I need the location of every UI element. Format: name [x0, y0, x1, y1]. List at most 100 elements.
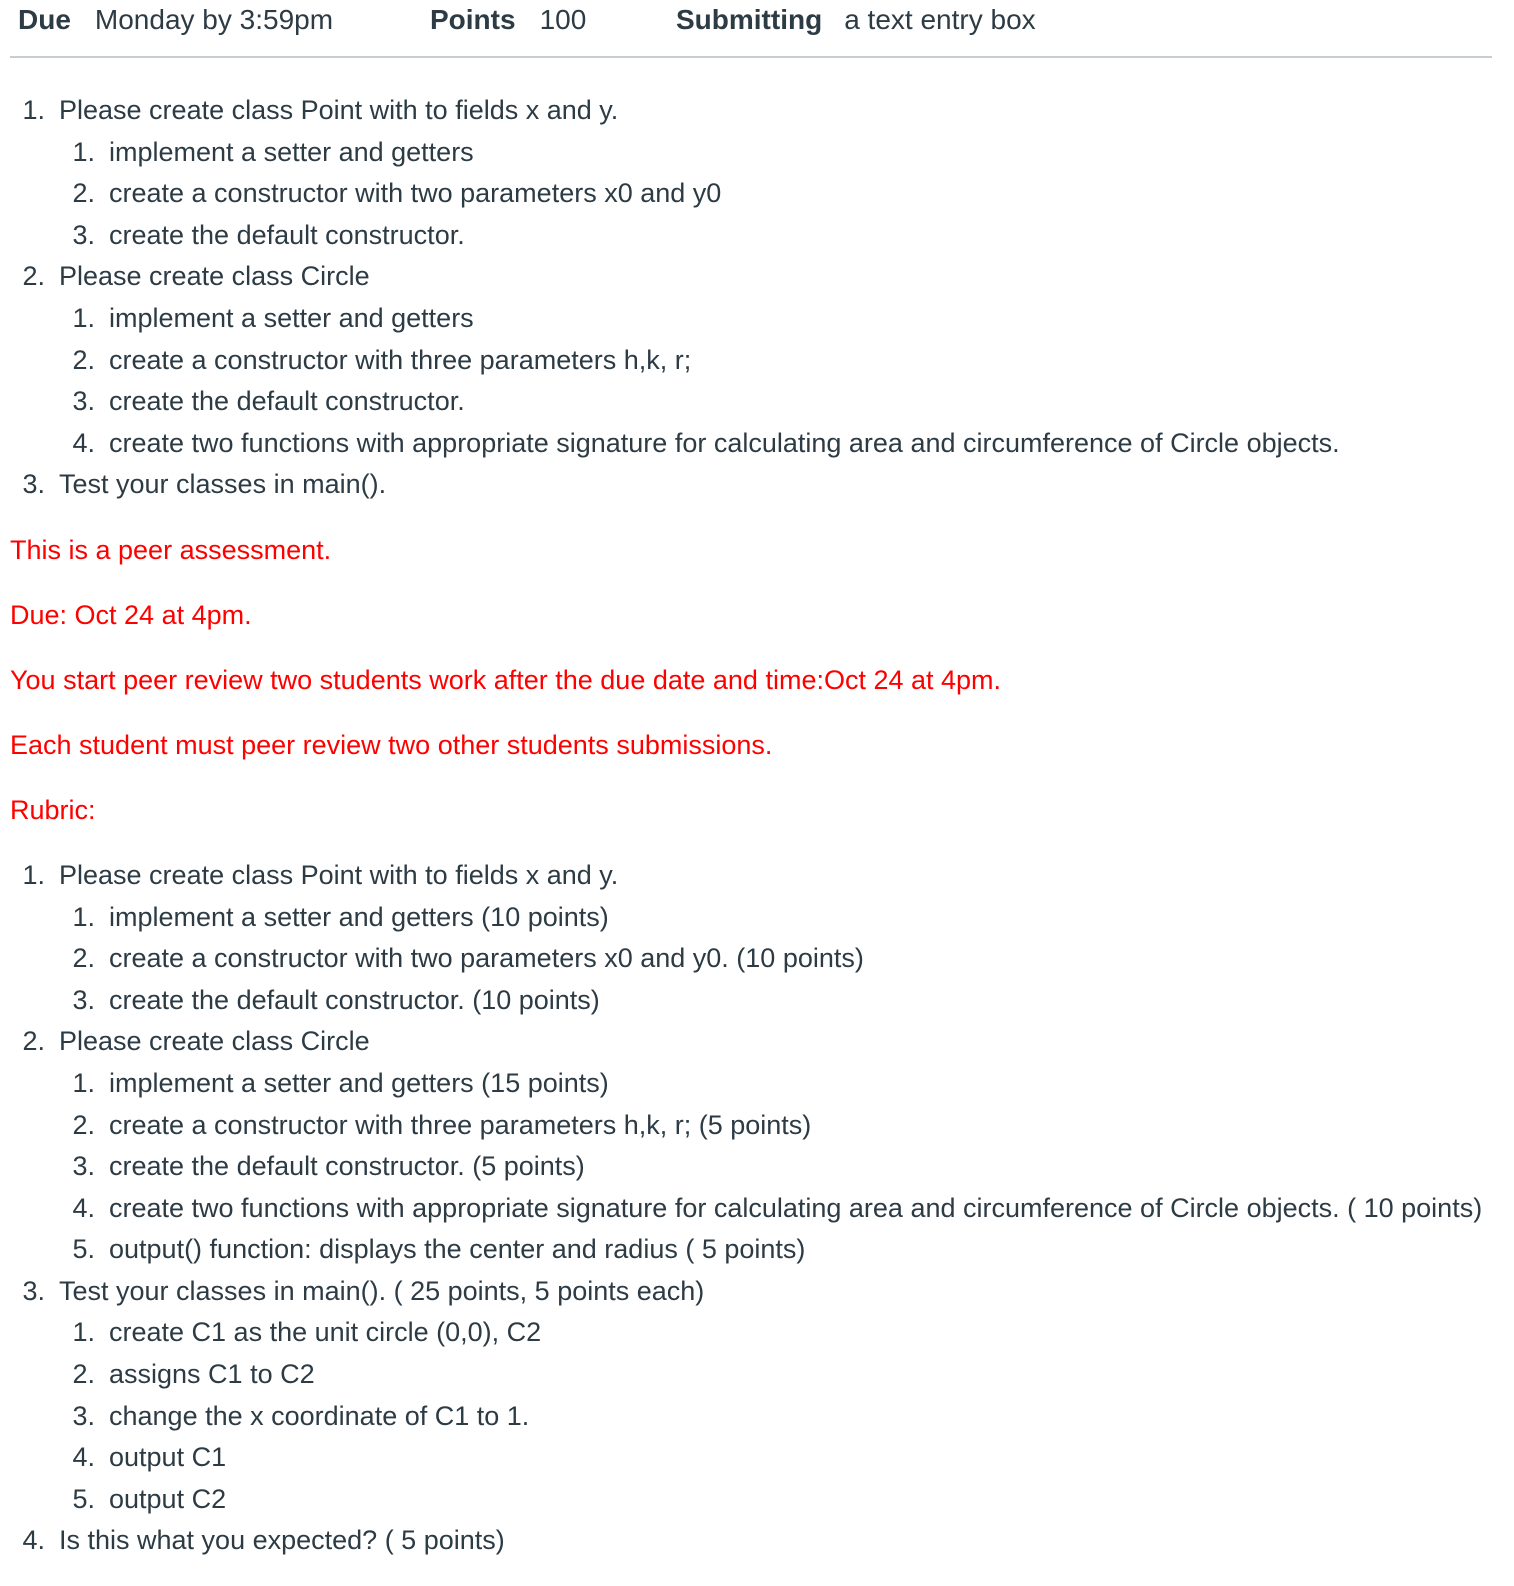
list-number: 1. — [72, 901, 95, 932]
assignment-page: Due Monday by 3:59pm Points 100 Submitti… — [0, 0, 1514, 1586]
list-number: 4. — [72, 1442, 95, 1473]
list-number: 4. — [72, 427, 95, 458]
rubric-subitem: 4. create two functions with appropriate … — [10, 1188, 1502, 1230]
rubric-text: Please create class Circle — [59, 1026, 370, 1057]
rubric-subitem-text: implement a setter and getters (15 point… — [109, 1067, 609, 1098]
rubric-subitem: 3. change the x coordinate of C1 to 1. — [10, 1396, 1502, 1438]
assignment-description: 1. Please create class Point with to fie… — [10, 90, 1502, 1562]
instruction-subitem: 4. create two functions with appropriate … — [10, 423, 1502, 465]
rubric-subitem-text: output C2 — [109, 1483, 227, 1514]
points-detail: Points 100 — [430, 3, 676, 37]
rubric-item: 3. Test your classes in main(). ( 25 poi… — [10, 1271, 1502, 1521]
rubric-subitem: 1. implement a setter and getters (15 poi… — [10, 1063, 1502, 1105]
instruction-item: 3. Test your classes in main(). — [10, 464, 1502, 506]
rubric-subitem: 3. create the default constructor. (10 po… — [10, 980, 1502, 1022]
list-number: 3. — [72, 219, 95, 250]
list-number: 1. — [72, 1317, 95, 1348]
instruction-sublist: 1. implement a setter and getters 2. creat… — [10, 298, 1502, 464]
rubric-subitem: 3. create the default constructor. (5 poi… — [10, 1146, 1502, 1188]
peer-assessment-note: This is a peer assessment. — [10, 534, 332, 565]
rubric-subitem-text: output C1 — [109, 1442, 227, 1473]
instruction-text: Please create class Point with to fields… — [59, 95, 619, 125]
rubric-sublist: 1. implement a setter and getters (15 poi… — [10, 1063, 1502, 1271]
instruction-sublist: 1. implement a setter and getters 2. creat… — [10, 132, 1502, 257]
instruction-item: 1. Please create class Point with to fie… — [10, 90, 1502, 256]
instruction-text: Please create class Circle — [59, 261, 370, 292]
instruction-subitem: 1. implement a setter and getters — [10, 132, 1502, 174]
list-number: 3. — [72, 386, 95, 417]
rubric-subitem-text: create a constructor with three paramete… — [109, 1109, 812, 1140]
list-number: 4. — [22, 1525, 45, 1556]
rubric-item: 2. Please create class Circle 1. implemen… — [10, 1021, 1502, 1271]
list-number: 2. — [72, 178, 95, 209]
rubric-subitem-text: create the default constructor. (10 poin… — [109, 984, 600, 1015]
list-number: 1. — [72, 136, 95, 167]
peer-review-start-note: You start peer review two students work … — [10, 664, 1002, 695]
instruction-subitem-text: create a constructor with three paramete… — [109, 344, 692, 375]
list-number: 1. — [72, 302, 95, 333]
rubric-subitem-text: create two functions with appropriate si… — [109, 1192, 1483, 1223]
header-divider — [10, 56, 1492, 58]
points-label: Points — [430, 4, 516, 36]
peer-assessment-notes: This is a peer assessment. Due: Oct 24 a… — [10, 518, 1502, 843]
list-number: 3. — [22, 1275, 45, 1306]
instructions-list: 1. Please create class Point with to fie… — [10, 90, 1502, 506]
rubric-sublist: 1. create C1 as the unit circle (0,0), C2… — [10, 1312, 1502, 1520]
list-number: 4. — [72, 1192, 95, 1223]
list-number: 1. — [22, 859, 45, 890]
rubric-sublist: 1. implement a setter and getters (10 poi… — [10, 897, 1502, 1022]
rubric-list: 1. Please create class Point with to fie… — [10, 855, 1502, 1562]
instruction-subitem-text: create two functions with appropriate si… — [109, 427, 1340, 458]
list-number: 2. — [72, 943, 95, 974]
rubric-subitem-text: create the default constructor. (5 point… — [109, 1151, 585, 1182]
due-date-note: Due: Oct 24 at 4pm. — [10, 599, 252, 630]
list-number: 2. — [22, 261, 45, 292]
submitting-label: Submitting — [676, 4, 823, 36]
list-number: 2. — [22, 1026, 45, 1057]
list-number: 5. — [72, 1234, 95, 1265]
rubric-subitem-text: output() function: displays the center a… — [109, 1234, 806, 1265]
instruction-subitem-text: create a constructor with two parameters… — [109, 178, 722, 209]
rubric-subitem: 1. implement a setter and getters (10 poi… — [10, 897, 1502, 939]
points-value: 100 — [539, 4, 587, 36]
rubric-text: Please create class Point with to fields… — [59, 859, 619, 890]
instruction-subitem-text: implement a setter and getters — [109, 136, 474, 167]
rubric-subitem: 1. create C1 as the unit circle (0,0), C2 — [10, 1312, 1502, 1354]
instruction-subitem-text: implement a setter and getters — [109, 302, 474, 333]
rubric-subitem: 2. assigns C1 to C2 — [10, 1354, 1502, 1396]
submitting-value: a text entry box — [844, 4, 1036, 36]
peer-review-requirement-note: Each student must peer review two other … — [10, 729, 773, 760]
rubric-subitem: 2. create a constructor with three parame… — [10, 1105, 1502, 1147]
rubric-subitem: 2. create a constructor with two paramete… — [10, 938, 1502, 980]
rubric-subitem-text: implement a setter and getters (10 point… — [109, 901, 609, 932]
instruction-subitem: 2. create a constructor with two paramete… — [10, 173, 1502, 215]
instruction-item: 2. Please create class Circle 1. implemen… — [10, 256, 1502, 464]
rubric-subitem-text: create C1 as the unit circle (0,0), C2 — [109, 1317, 542, 1348]
assignment-details-header: Due Monday by 3:59pm Points 100 Submitti… — [18, 0, 1036, 40]
list-number: 3. — [22, 469, 45, 500]
rubric-subitem-text: create a constructor with two parameters… — [109, 943, 864, 974]
list-number: 3. — [72, 1400, 95, 1431]
list-number: 1. — [72, 1067, 95, 1098]
instruction-subitem-text: create the default constructor. — [109, 219, 465, 250]
list-number: 2. — [72, 344, 95, 375]
rubric-subitem: 4. output C1 — [10, 1437, 1502, 1479]
instruction-subitem: 3. create the default constructor. — [10, 215, 1502, 257]
rubric-subitem: 5. output() function: displays the center… — [10, 1229, 1502, 1271]
rubric-subitem: 5. output C2 — [10, 1479, 1502, 1521]
rubric-text: Is this what you expected? ( 5 points) — [59, 1525, 505, 1556]
list-number: 3. — [72, 984, 95, 1015]
rubric-text: Test your classes in main(). ( 25 points… — [59, 1275, 705, 1306]
list-number: 2. — [72, 1109, 95, 1140]
instruction-subitem: 3. create the default constructor. — [10, 381, 1502, 423]
instruction-subitem: 1. implement a setter and getters — [10, 298, 1502, 340]
due-value: Monday by 3:59pm — [94, 4, 334, 36]
instruction-subitem-text: create the default constructor. — [109, 386, 465, 417]
rubric-item: 1. Please create class Point with to fie… — [10, 855, 1502, 1021]
rubric-item: 4. Is this what you expected? ( 5 points… — [10, 1520, 1502, 1562]
list-number: 1. — [22, 95, 45, 125]
instruction-subitem: 2. create a constructor with three parame… — [10, 340, 1502, 382]
submitting-detail: Submitting a text entry box — [676, 3, 1036, 37]
due-label: Due — [18, 4, 71, 36]
list-number: 2. — [72, 1359, 95, 1390]
